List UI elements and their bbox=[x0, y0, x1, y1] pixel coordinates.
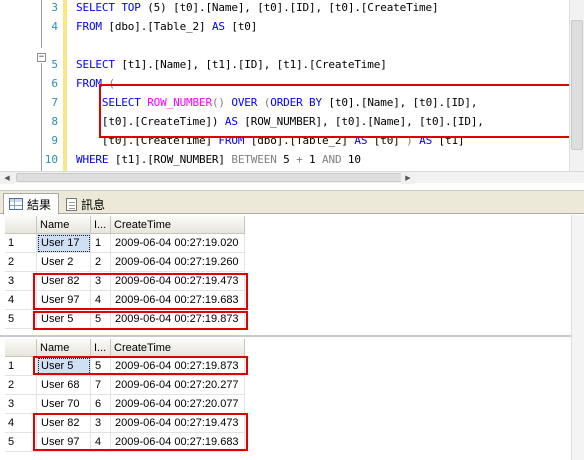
code-token: SELECT bbox=[76, 1, 122, 14]
id-cell[interactable]: 1 bbox=[91, 234, 111, 253]
line-number: 10 bbox=[44, 153, 58, 166]
editor-vertical-scrollbar[interactable] bbox=[569, 0, 584, 171]
code-token: WHERE bbox=[76, 153, 115, 166]
rows-highlight-box bbox=[33, 273, 248, 310]
scroll-left-icon[interactable]: ◀ bbox=[0, 172, 14, 184]
code-token: [t0] bbox=[231, 20, 258, 33]
row-number-header[interactable] bbox=[5, 216, 37, 234]
row-number-header[interactable] bbox=[5, 339, 37, 357]
line-number-gutter: 3 4 5 6 7 8 9 10 bbox=[0, 0, 62, 171]
subquery-highlight-box bbox=[99, 84, 580, 138]
code-token: + bbox=[296, 153, 310, 166]
code-token: SELECT bbox=[76, 58, 122, 71]
code-line[interactable]: SELECT TOP (5) [t0].[Name], [t0].[ID], [… bbox=[76, 1, 439, 14]
column-header-id[interactable]: I... bbox=[91, 339, 111, 357]
name-cell[interactable]: User 2 bbox=[37, 253, 91, 272]
name-cell[interactable]: User 70 bbox=[37, 395, 91, 414]
results-vertical-scrollbar[interactable] bbox=[571, 215, 584, 460]
results-tab-bar: 結果 訊息 bbox=[0, 190, 584, 215]
sql-editor[interactable]: 3 4 5 6 7 8 9 10 − SELECT TOP (5) [t0].[… bbox=[0, 0, 584, 184]
scrollbar-thumb[interactable] bbox=[16, 173, 410, 182]
row-highlight-box bbox=[33, 356, 248, 375]
code-token: FROM bbox=[76, 20, 109, 33]
code-token: TOP bbox=[121, 1, 148, 14]
collapse-icon[interactable]: − bbox=[37, 53, 46, 62]
scrollbar-thumb[interactable] bbox=[571, 20, 583, 150]
grid-header: Name I... CreateTime bbox=[5, 216, 245, 234]
code-line[interactable]: FROM [dbo].[Table_2] AS [t0] bbox=[76, 20, 257, 33]
table-row[interactable]: 3 User 70 6 2009-06-04 00:27:20.077 bbox=[5, 395, 245, 414]
createtime-cell[interactable]: 2009-06-04 00:27:19.260 bbox=[111, 253, 245, 272]
column-header-createtime[interactable]: CreateTime bbox=[111, 339, 245, 357]
row-number-cell[interactable]: 2 bbox=[5, 253, 37, 272]
id-cell[interactable]: 2 bbox=[91, 253, 111, 272]
line-number: 6 bbox=[51, 77, 58, 90]
line-number: 9 bbox=[51, 134, 58, 147]
column-header-createtime[interactable]: CreateTime bbox=[111, 216, 245, 234]
name-cell[interactable]: User 17 bbox=[37, 234, 91, 253]
code-token: [dbo].[Table_2] bbox=[108, 20, 212, 33]
createtime-cell[interactable]: 2009-06-04 00:27:20.077 bbox=[111, 395, 245, 414]
code-token: 10 bbox=[347, 153, 361, 166]
createtime-cell[interactable]: 2009-06-04 00:27:19.020 bbox=[111, 234, 245, 253]
code-token: (5) bbox=[147, 1, 174, 14]
code-token: BETWEEN bbox=[231, 153, 284, 166]
code-token: AND bbox=[322, 153, 348, 166]
line-number: 3 bbox=[51, 1, 58, 14]
code-line[interactable]: WHERE [t1].[ROW_NUMBER] BETWEEN 5 + 1 AN… bbox=[76, 153, 361, 166]
line-number: 7 bbox=[51, 96, 58, 109]
tab-results[interactable]: 結果 bbox=[3, 193, 59, 215]
editor-horizontal-scrollbar[interactable]: ◀ ▶ bbox=[0, 171, 584, 184]
results-pane: Name I... CreateTime 1 User 17 1 2009-06-04… bbox=[0, 215, 584, 460]
column-header-name[interactable]: Name bbox=[37, 216, 91, 234]
code-token: [t0].[Name], [t0].[ID], [t0].[CreateTime… bbox=[173, 1, 439, 14]
grid-separator bbox=[0, 335, 584, 337]
row-number-cell[interactable]: 1 bbox=[5, 234, 37, 253]
code-token: 1 bbox=[309, 153, 322, 166]
createtime-cell[interactable]: 2009-06-04 00:27:20.277 bbox=[111, 376, 245, 395]
code-token: AS bbox=[211, 20, 232, 33]
row-highlight-box bbox=[33, 311, 248, 330]
grid-header: Name I... CreateTime bbox=[5, 339, 245, 357]
id-cell[interactable]: 7 bbox=[91, 376, 111, 395]
column-header-id[interactable]: I... bbox=[91, 216, 111, 234]
table-row[interactable]: 1 User 17 1 2009-06-04 00:27:19.020 bbox=[5, 234, 245, 253]
row-number-cell[interactable]: 2 bbox=[5, 376, 37, 395]
table-row[interactable]: 2 User 68 7 2009-06-04 00:27:20.277 bbox=[5, 376, 245, 395]
table-row[interactable]: 2 User 2 2 2009-06-04 00:27:19.260 bbox=[5, 253, 245, 272]
tab-results-label: 結果 bbox=[27, 197, 52, 212]
grid-icon bbox=[9, 198, 23, 210]
code-token: [t1].[Name], [t1].[ID], [t1].[CreateTime… bbox=[121, 58, 387, 71]
fold-guide bbox=[41, 63, 42, 171]
fold-guide bbox=[41, 0, 42, 48]
code-token: [t1].[ROW_NUMBER] bbox=[114, 153, 232, 166]
line-number: 4 bbox=[51, 20, 58, 33]
rows-highlight-box bbox=[33, 413, 248, 451]
row-number-cell[interactable]: 3 bbox=[5, 395, 37, 414]
name-cell[interactable]: User 68 bbox=[37, 376, 91, 395]
line-number: 5 bbox=[51, 58, 58, 71]
scroll-right-icon[interactable]: ▶ bbox=[401, 172, 415, 184]
code-token: 5 bbox=[283, 153, 297, 166]
code-line[interactable]: SELECT [t1].[Name], [t1].[ID], [t1].[Cre… bbox=[76, 58, 387, 71]
tab-messages-label: 訊息 bbox=[81, 197, 106, 212]
message-icon bbox=[66, 197, 77, 211]
tab-messages[interactable]: 訊息 bbox=[61, 193, 115, 215]
id-cell[interactable]: 6 bbox=[91, 395, 111, 414]
line-number: 8 bbox=[51, 115, 58, 128]
column-header-name[interactable]: Name bbox=[37, 339, 91, 357]
change-tracking-bar bbox=[63, 0, 67, 171]
